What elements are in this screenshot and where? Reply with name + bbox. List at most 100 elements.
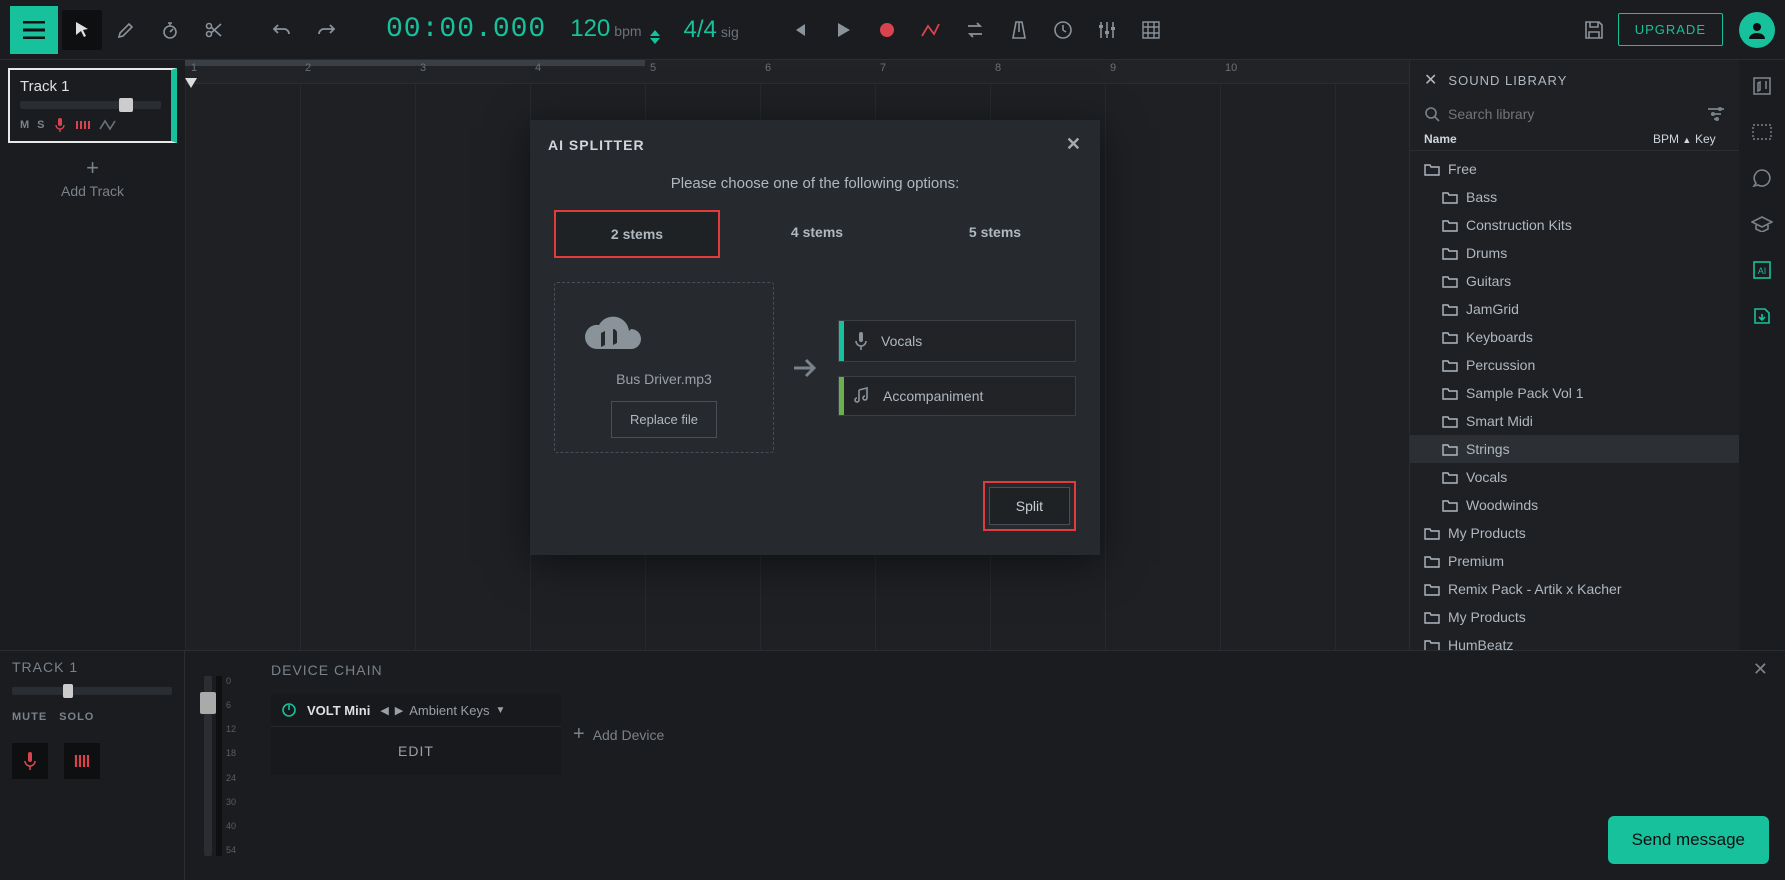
add-track-button[interactable]: + Add Track (0, 155, 185, 199)
tab-2-stems[interactable]: 2 stems (554, 210, 720, 258)
stem-accompaniment[interactable]: Accompaniment (838, 376, 1076, 416)
add-device-button[interactable]: + Add Device (573, 723, 664, 746)
col-name[interactable]: Name (1424, 132, 1653, 146)
play-button[interactable] (823, 10, 863, 50)
user-avatar[interactable] (1739, 12, 1775, 48)
countdown-button[interactable] (1043, 10, 1083, 50)
ruler-tick: 5 (650, 62, 656, 74)
svg-text:AI: AI (1758, 266, 1767, 276)
folder-icon (1424, 163, 1440, 176)
folder-keyboards[interactable]: Keyboards (1410, 323, 1739, 351)
folder-woodwinds[interactable]: Woodwinds (1410, 491, 1739, 519)
search-input[interactable] (1448, 106, 1699, 122)
send-message-button[interactable]: Send message (1608, 816, 1769, 864)
plus-icon: + (573, 723, 585, 746)
track-volume-slider[interactable] (20, 101, 161, 109)
folder-spv1[interactable]: Sample Pack Vol 1 (1410, 379, 1739, 407)
folder-drums[interactable]: Drums (1410, 239, 1739, 267)
folder-ck[interactable]: Construction Kits (1410, 211, 1739, 239)
folder-myproducts[interactable]: My Products (1410, 519, 1739, 547)
split-button[interactable]: Split (989, 487, 1070, 525)
automation-track-icon[interactable] (99, 119, 117, 131)
pencil-tool[interactable] (106, 10, 146, 50)
folder-bass[interactable]: Bass (1410, 183, 1739, 211)
mixer-button[interactable] (1087, 10, 1127, 50)
tab-4-stems[interactable]: 4 stems (736, 210, 898, 258)
folder-vocals[interactable]: Vocals (1410, 463, 1739, 491)
tab-5-stems[interactable]: 5 stems (914, 210, 1076, 258)
stem-accomp-label: Accompaniment (883, 388, 983, 404)
loop-region[interactable] (185, 60, 645, 66)
snap-button[interactable] (1131, 10, 1171, 50)
add-track-label: Add Track (0, 183, 185, 199)
rail-library[interactable] (1746, 70, 1778, 102)
close-device-chain[interactable]: ✕ (1753, 659, 1769, 680)
folder-myproducts2[interactable]: My Products (1410, 603, 1739, 631)
modal-close-button[interactable]: ✕ (1066, 134, 1082, 155)
track-mute[interactable]: M (20, 119, 29, 131)
folder-premium[interactable]: Premium (1410, 547, 1739, 575)
save-button[interactable] (1574, 10, 1614, 50)
folder-guitars[interactable]: Guitars (1410, 267, 1739, 295)
rail-share[interactable] (1746, 162, 1778, 194)
stem-vocals[interactable]: Vocals (838, 320, 1076, 362)
instrument-slot[interactable] (64, 743, 100, 779)
automation-button[interactable] (911, 10, 951, 50)
col-key[interactable]: Key (1695, 132, 1725, 146)
col-bpm[interactable]: BPM ▲ (1653, 132, 1695, 146)
redo-button[interactable] (306, 10, 346, 50)
folder-remix[interactable]: Remix Pack - Artik x Kacher (1410, 575, 1739, 603)
countdown-icon (1053, 20, 1073, 40)
metronome-button[interactable] (999, 10, 1039, 50)
pointer-tool[interactable] (62, 10, 102, 50)
folder-icon (1442, 471, 1458, 484)
rail-loops[interactable] (1746, 116, 1778, 148)
bpm-display[interactable]: 120 bpm (570, 15, 659, 44)
track-solo[interactable]: S (37, 119, 44, 131)
timeline-ruler[interactable]: 1 2 3 4 5 6 7 8 9 10 (185, 60, 1409, 84)
close-library-button[interactable]: ✕ (1424, 70, 1438, 90)
library-columns[interactable]: Name BPM ▲ Key (1410, 128, 1739, 151)
instrument-icon[interactable] (75, 118, 91, 132)
pan-slider[interactable] (12, 687, 172, 695)
folder-strings[interactable]: Strings (1410, 435, 1739, 463)
menu-button[interactable] (10, 6, 58, 54)
folder-icon (1442, 499, 1458, 512)
device-power[interactable] (281, 702, 297, 718)
filter-button[interactable] (1707, 107, 1725, 121)
upgrade-button[interactable]: UPGRADE (1618, 13, 1723, 46)
undo-button[interactable] (262, 10, 302, 50)
timecode-display[interactable]: 00:00.000 (386, 14, 546, 45)
mic-icon[interactable] (53, 117, 67, 133)
bpm-spinner[interactable] (650, 30, 660, 44)
file-dropzone[interactable]: Bus Driver.mp3 Replace file (554, 282, 774, 453)
replace-file-button[interactable]: Replace file (611, 401, 717, 438)
folder-smartmidi[interactable]: Smart Midi (1410, 407, 1739, 435)
pencil-icon (117, 21, 135, 39)
track-card-1[interactable]: Track 1 M S (8, 68, 177, 143)
timer-tool[interactable] (150, 10, 190, 50)
rail-ai[interactable]: AI (1746, 254, 1778, 286)
rail-learn[interactable] (1746, 208, 1778, 240)
rewind-icon (790, 21, 808, 39)
folder-jamgrid[interactable]: JamGrid (1410, 295, 1739, 323)
cut-tool[interactable] (194, 10, 234, 50)
rewind-button[interactable] (779, 10, 819, 50)
folder-percussion[interactable]: Percussion (1410, 351, 1739, 379)
device-preset[interactable]: ◀▶ Ambient Keys ▼ (380, 703, 505, 718)
device-edit-button[interactable]: EDIT (271, 726, 561, 775)
inspector-title: TRACK 1 (12, 659, 172, 675)
track-name[interactable]: Track 1 (20, 78, 161, 95)
folder-free[interactable]: Free (1410, 155, 1739, 183)
inspector-solo[interactable]: SOLO (59, 711, 94, 723)
arm-record[interactable] (12, 743, 48, 779)
device-card[interactable]: VOLT Mini ◀▶ Ambient Keys ▼ EDIT (271, 694, 561, 775)
inspector-mute[interactable]: MUTE (12, 711, 47, 723)
timesig-display[interactable]: 4/4 sig (684, 16, 739, 44)
loop-button[interactable] (955, 10, 995, 50)
grid-icon (1142, 21, 1160, 39)
record-button[interactable] (867, 10, 907, 50)
volume-fader[interactable] (204, 676, 212, 856)
rail-import[interactable] (1746, 300, 1778, 332)
folder-icon (1442, 359, 1458, 372)
